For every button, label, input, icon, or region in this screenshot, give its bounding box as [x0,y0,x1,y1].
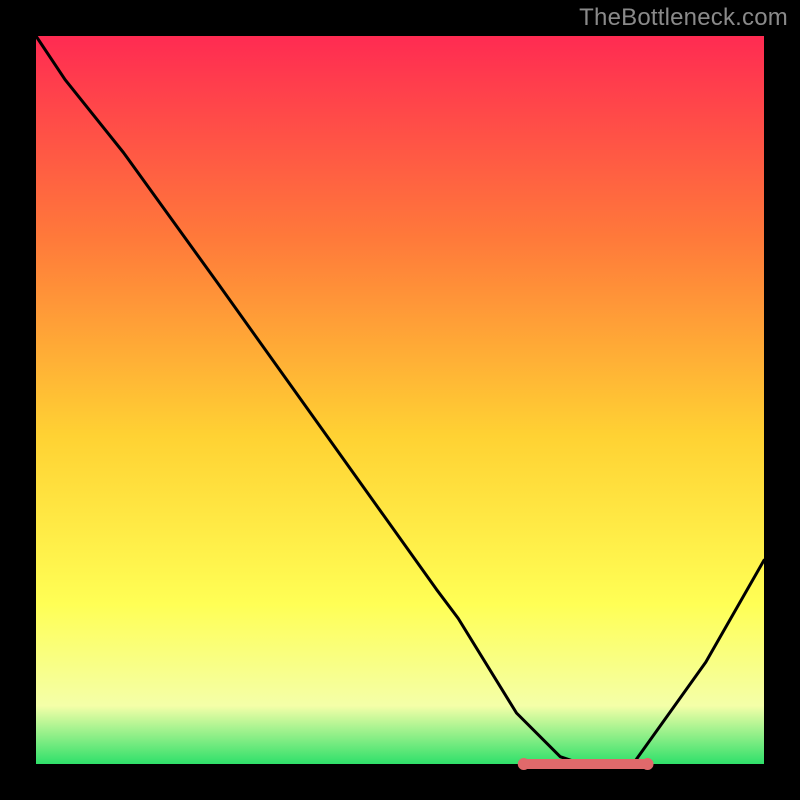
watermark-text: TheBottleneck.com [579,4,788,32]
highlight-dot-right [642,758,654,770]
chart-svg [0,0,800,800]
plot-background [36,36,764,764]
highlight-dot-left [518,758,530,770]
chart-frame: TheBottleneck.com [0,0,800,800]
